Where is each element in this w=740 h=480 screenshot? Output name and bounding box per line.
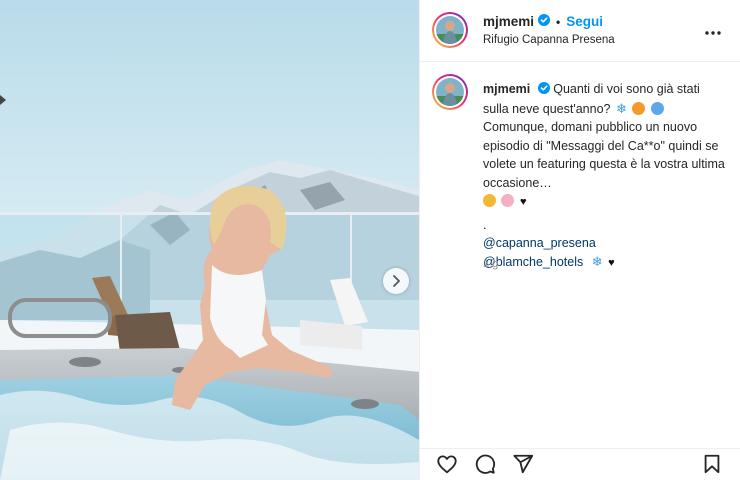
cold-face-emoji-icon [650,101,664,115]
share-button[interactable] [512,453,534,480]
grimace-emoji-icon [632,101,646,115]
mention-link[interactable]: @capanna_presena [483,236,596,250]
laughing-emoji-icon [483,194,496,207]
caption-username[interactable]: mjmemi [483,82,530,96]
post-photo [0,0,419,480]
post-header: mjmemi • Segui Rifugio Capanna Presena [420,0,740,62]
snowflake-icon: ❄ [615,100,627,116]
clown-emoji-icon [501,194,515,207]
verified-badge-icon [538,14,551,29]
avatar[interactable] [432,12,468,48]
more-options-button[interactable] [705,22,721,40]
next-image-button[interactable] [383,268,409,294]
bookmark-icon [704,454,720,474]
post-actions [420,448,740,480]
more-options-icon [705,31,721,35]
avatar-image [436,78,464,106]
post-sidebar: mjmemi • Segui Rifugio Capanna Presena m… [419,0,740,480]
chevron-right-icon [393,275,400,287]
post-timestamp[interactable]: 1 g [483,258,498,270]
post-image[interactable] [0,0,419,480]
black-heart-icon: ♥ [608,256,615,269]
save-button[interactable] [701,453,723,480]
header-user-line: mjmemi • Segui [483,14,603,29]
snowflake-icon: ❄ [591,253,603,269]
follow-button[interactable]: Segui [566,14,603,29]
share-icon [513,454,534,474]
caption-text: mjmemi Quanti di voi sono già stati sull… [483,80,728,272]
caption-line-2: Comunque, domani pubblico un nuovo episo… [483,120,725,190]
avatar-image [436,16,464,44]
separator: • [556,14,561,29]
username[interactable]: mjmemi [483,14,534,29]
verified-badge-icon [537,81,550,100]
black-heart-icon: ♥ [519,196,527,208]
heart-icon [437,455,457,474]
comment-icon [475,454,496,474]
caption-avatar[interactable] [432,74,468,110]
like-button[interactable] [436,453,458,480]
caption-dot: . [483,217,487,232]
comment-button[interactable] [474,453,496,480]
location-link[interactable]: Rifugio Capanna Presena [483,34,615,46]
